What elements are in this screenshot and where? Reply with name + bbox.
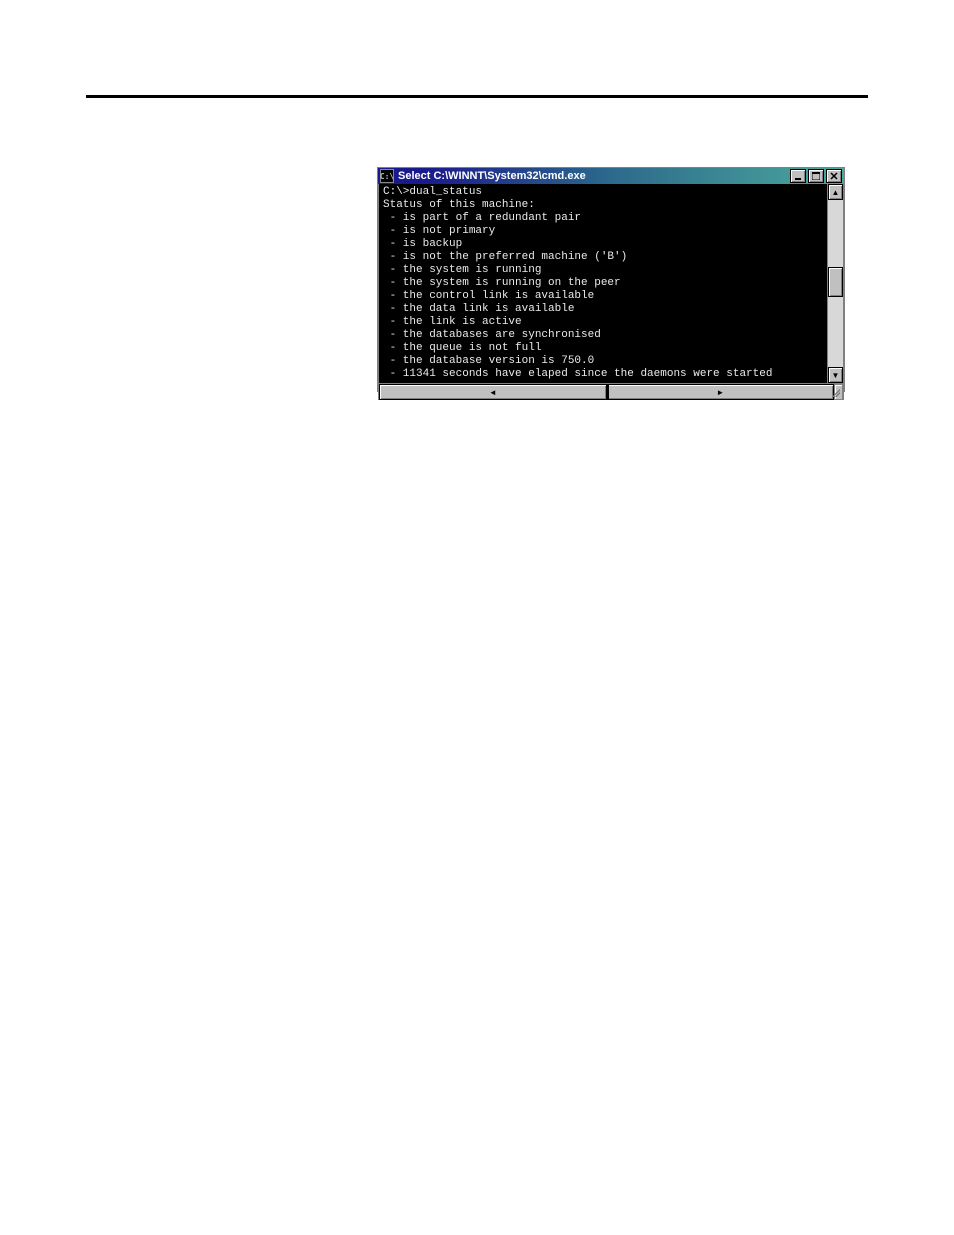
window-title: Select C:\WINNT\System32\cmd.exe xyxy=(397,170,788,182)
console-output[interactable]: C:\>dual_status Status of this machine: … xyxy=(379,184,827,383)
scroll-down-button[interactable]: ▼ xyxy=(828,367,843,383)
client-area: C:\>dual_status Status of this machine: … xyxy=(378,184,844,400)
scroll-left-button[interactable]: ◄ xyxy=(379,384,607,400)
horizontal-scroll-thumb[interactable] xyxy=(607,384,609,399)
chevron-down-icon: ▼ xyxy=(832,371,840,380)
chevron-up-icon: ▲ xyxy=(832,188,840,197)
page: C:\ Select C:\WINNT\System32\cmd.exe C:\… xyxy=(0,0,954,1235)
horizontal-rule xyxy=(86,95,868,98)
system-menu-glyph: C:\ xyxy=(380,172,394,181)
size-grip[interactable] xyxy=(834,384,843,400)
scroll-right-button[interactable]: ► xyxy=(607,384,835,400)
close-button[interactable] xyxy=(826,169,842,183)
chevron-left-icon: ◄ xyxy=(489,388,497,397)
scroll-up-button[interactable]: ▲ xyxy=(828,184,843,200)
horizontal-scrollbar[interactable]: ◄ ► xyxy=(379,383,843,399)
cmd-window: C:\ Select C:\WINNT\System32\cmd.exe C:\… xyxy=(377,167,845,392)
titlebar[interactable]: C:\ Select C:\WINNT\System32\cmd.exe xyxy=(378,168,844,184)
system-menu-icon[interactable]: C:\ xyxy=(380,169,394,183)
vertical-scrollbar[interactable]: ▲ ▼ xyxy=(827,184,843,383)
content-wrap: C:\>dual_status Status of this machine: … xyxy=(379,184,843,383)
window-controls xyxy=(788,169,842,183)
chevron-right-icon: ► xyxy=(716,388,724,397)
maximize-button[interactable] xyxy=(808,169,824,183)
minimize-button[interactable] xyxy=(790,169,806,183)
vertical-scroll-track[interactable] xyxy=(828,200,843,367)
vertical-scroll-thumb[interactable] xyxy=(828,267,843,297)
